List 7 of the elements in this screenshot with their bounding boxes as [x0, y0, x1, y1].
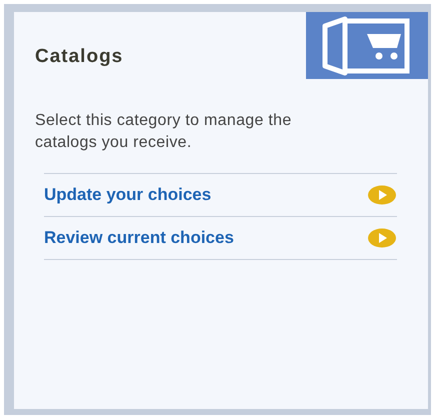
cart-catalog-icon	[306, 12, 428, 79]
link-row[interactable]: Review current choices	[44, 216, 397, 260]
card-description: Select this category to manage the catalogs you receive.	[35, 110, 293, 152]
link-row[interactable]: Update your choices	[44, 174, 397, 216]
card-title: Catalogs	[35, 45, 124, 69]
play-icon	[367, 184, 397, 204]
play-icon	[367, 228, 397, 248]
